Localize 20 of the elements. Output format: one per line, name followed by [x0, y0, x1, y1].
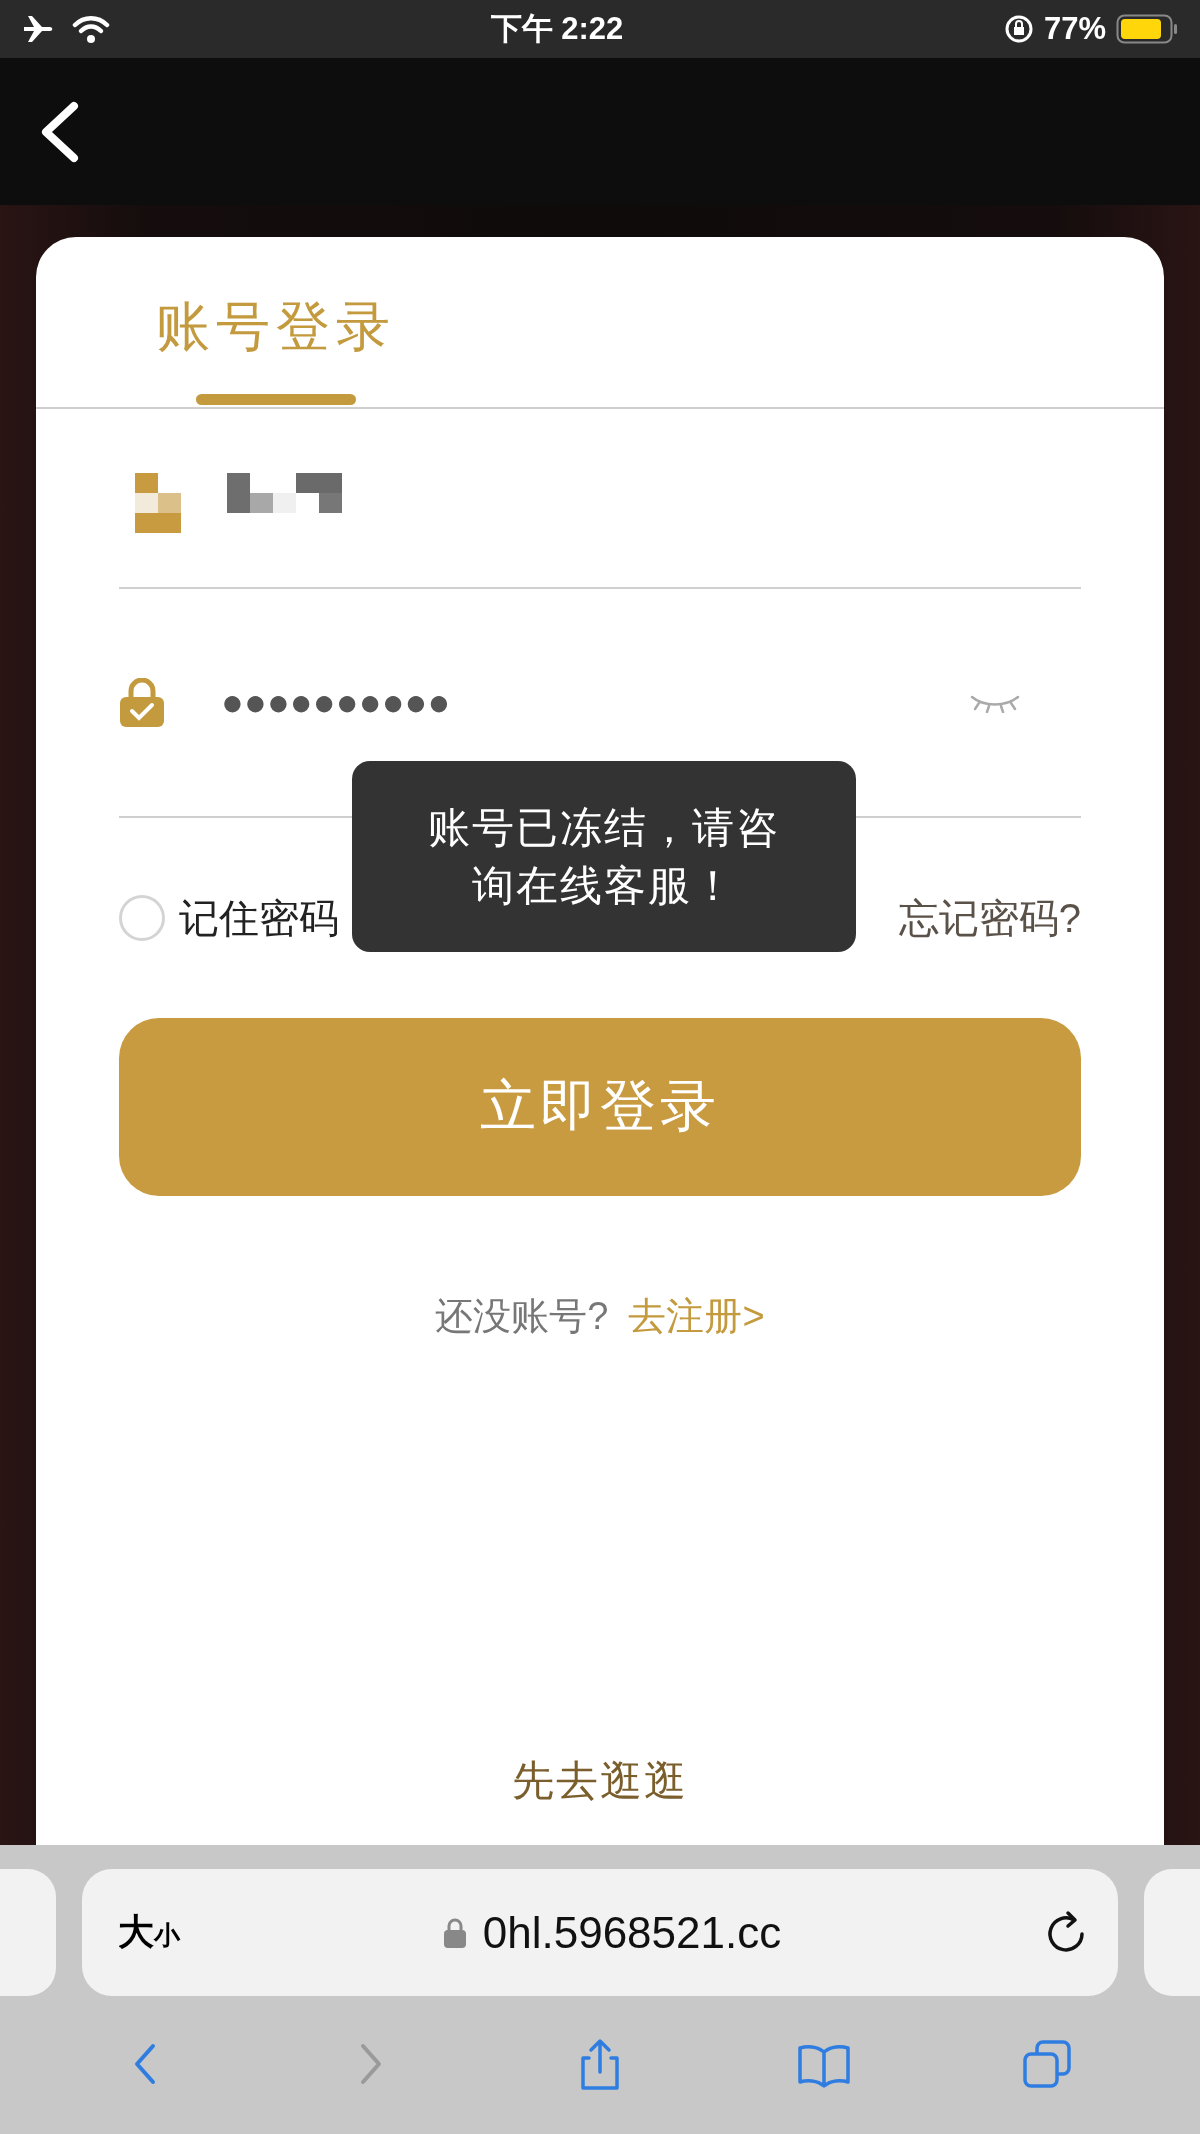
- register-prompt: 还没账号?: [435, 1294, 609, 1339]
- remember-label: 记住密码: [179, 894, 339, 942]
- lock-icon: [119, 677, 165, 728]
- toast-message: 账号已冻结，请咨询在线客服！: [352, 761, 856, 952]
- remember-checkbox[interactable]: [119, 895, 165, 941]
- rotation-lock-icon: [1003, 14, 1034, 44]
- address-bar[interactable]: 大小 0hl.5968521.cc: [82, 1869, 1118, 1996]
- airplane-icon: [22, 14, 54, 44]
- text-size-button[interactable]: 大小: [118, 1908, 180, 1957]
- battery-percent: 77%: [1043, 11, 1106, 47]
- browse-link[interactable]: 先去逛逛: [512, 1753, 688, 1809]
- side-tab[interactable]: [1144, 1869, 1200, 1996]
- url-text: 0hl.5968521.cc: [482, 1907, 782, 1958]
- side-tab[interactable]: [0, 1869, 56, 1996]
- wifi-icon: [72, 14, 110, 44]
- lock-icon: [442, 1916, 467, 1949]
- battery-icon: [1116, 14, 1178, 44]
- forgot-password-link[interactable]: 忘记密码?: [898, 890, 1081, 946]
- password-field[interactable]: ●●●●●●●●●●: [221, 681, 969, 724]
- status-time: 下午 2:22: [490, 10, 624, 48]
